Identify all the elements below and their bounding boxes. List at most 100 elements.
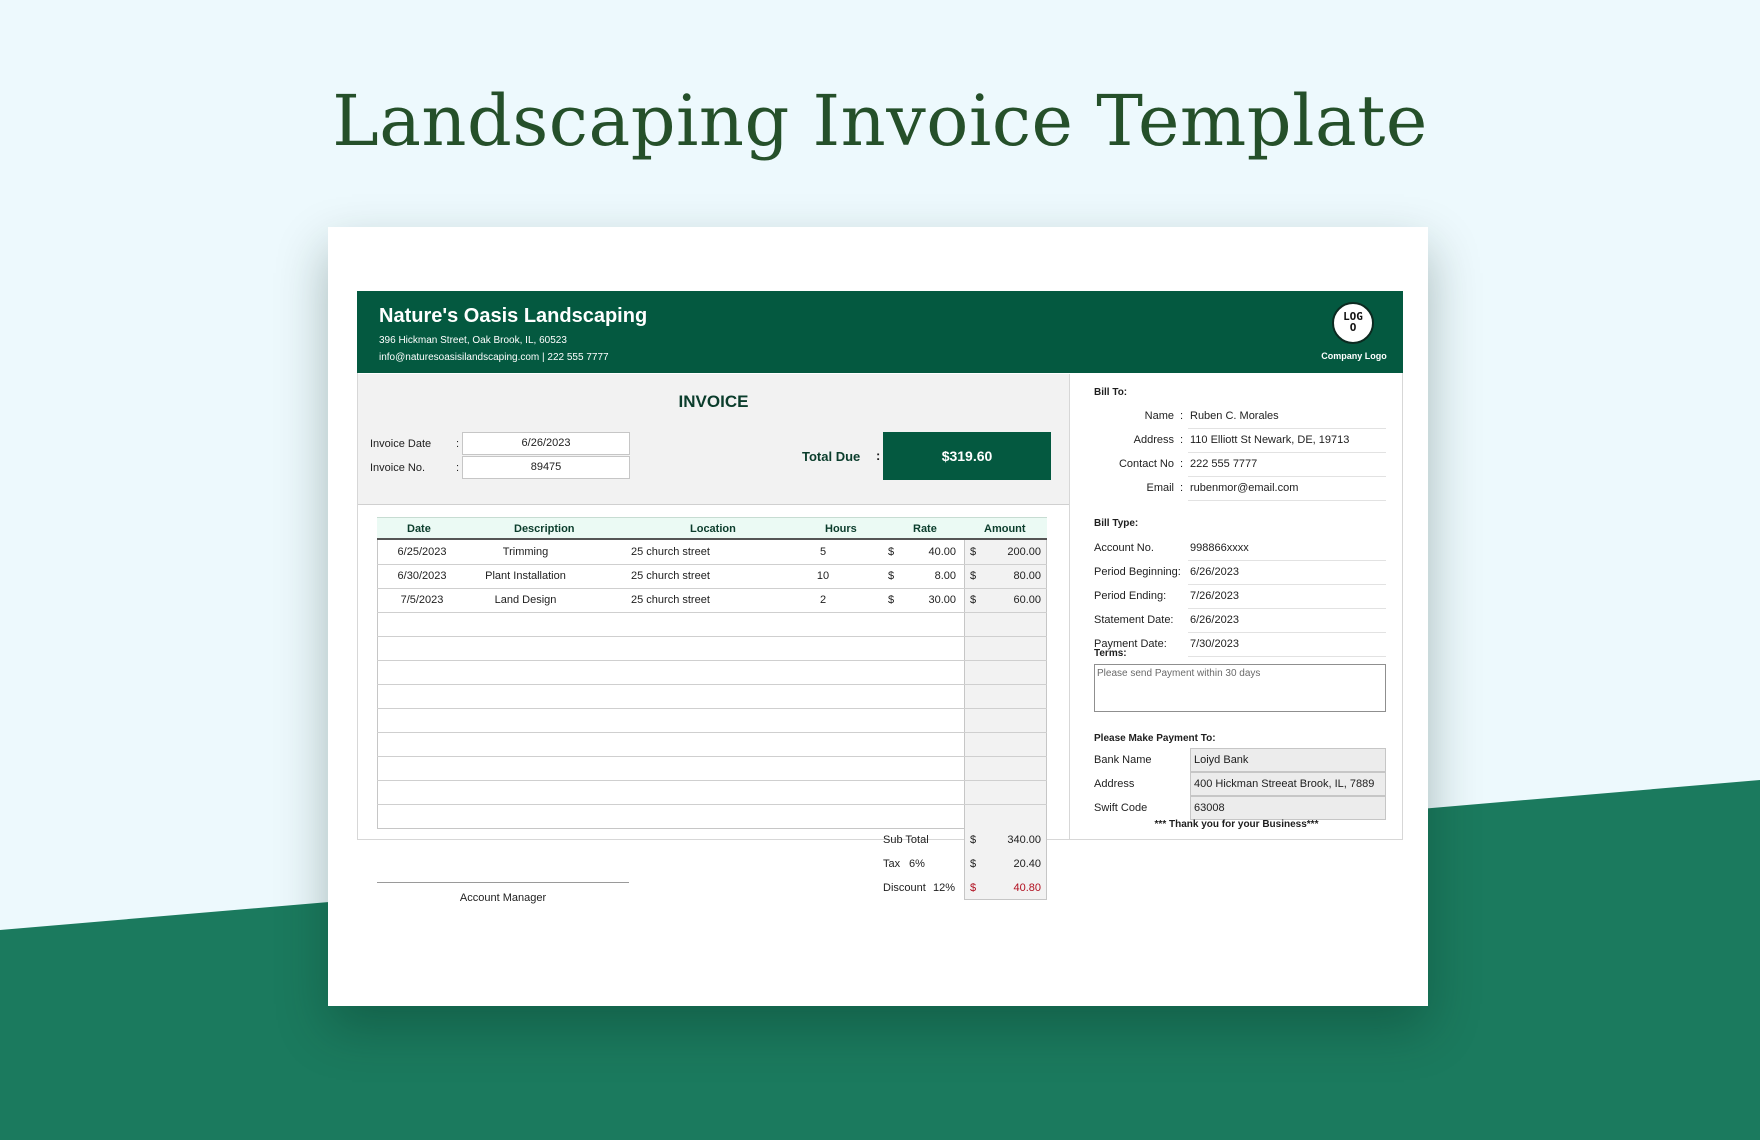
column-divider [1069,374,1070,840]
invoice-number-field[interactable]: 89475 [462,456,630,479]
bill-to-name-label: Name [1144,410,1174,422]
swift-code-label: Swift Code [1094,802,1148,814]
field-underline [1188,452,1386,453]
row2-date: 6/30/2023 [397,570,447,582]
row3-description: Land Design [494,594,557,606]
bank-name-label: Bank Name [1094,754,1152,766]
bill-to-contact-colon: : [1180,458,1184,470]
field-underline [1188,560,1386,561]
row3-amount-currency: $ [970,594,977,606]
row-divider [377,588,1047,589]
invoice-date-colon: : [456,438,460,450]
terms-heading: Terms: [1094,648,1127,659]
field-underline [1188,428,1386,429]
col-date-header: Date [407,523,431,535]
terms-field[interactable]: Please send Payment within 30 days [1094,664,1386,712]
bill-to-email-colon: : [1180,482,1184,494]
total-due-value: $319.60 [883,432,1051,480]
invoice-number-label: Invoice No. [370,462,426,474]
row2-rate-currency: $ [888,570,895,582]
row-divider [377,756,1047,757]
row-divider [377,708,1047,709]
company-contact: info@naturesoasisilandscaping.com | 222 … [379,352,609,363]
row-divider [377,636,1047,637]
period-beginning-label: Period Beginning: [1094,566,1181,578]
row2-rate: 8.00 [934,570,956,582]
field-underline [1188,632,1386,633]
table-header: Date Description Location Hours Rate Amo… [377,517,1047,540]
bill-to-email-value: rubenmor@email.com [1190,482,1299,494]
row3-date: 7/5/2023 [400,594,444,606]
bill-to-address-colon: : [1180,434,1184,446]
bill-to-email-label: Email [1146,482,1174,494]
tax-currency: $ [970,858,977,870]
statement-date-value: 6/26/2023 [1190,614,1239,626]
payment-heading: Please Make Payment To: [1094,733,1216,744]
bill-to-contact-value: 222 555 7777 [1190,458,1258,470]
row1-amount-currency: $ [970,546,977,558]
bill-to-address-value: 110 Elliott St Newark, DE, 19713 [1190,434,1350,446]
discount-rate: 12% [933,882,956,894]
invoice-form: Nature's Oasis Landscaping 396 Hickman S… [357,291,1403,904]
row-divider [377,612,1047,613]
row-divider [377,660,1047,661]
row2-amount-currency: $ [970,570,977,582]
account-no-value: 998866xxxx [1190,542,1249,554]
bill-to-address-label: Address [1133,434,1174,446]
swift-code-field[interactable]: 63008 [1190,796,1386,820]
field-underline [1188,608,1386,609]
subtotal-label: Sub Total [883,834,929,846]
tax-label: Tax [883,858,901,870]
row-divider [377,780,1047,781]
invoice-date-field[interactable]: 6/26/2023 [462,432,630,455]
row3-location: 25 church street [631,594,710,606]
signature-label: Account Manager [459,892,547,904]
invoice-date-label: Invoice Date [370,438,432,450]
page-title: Landscaping Invoice Template [332,80,1428,162]
field-underline [1188,500,1386,501]
field-underline [1188,584,1386,585]
company-logo: LOGO [1332,302,1374,344]
col-hours-header: Hours [825,523,857,535]
signature-line [377,882,629,883]
statement-date-label: Statement Date: [1094,614,1174,626]
row3-rate: 30.00 [928,594,956,606]
row-divider [377,564,1047,565]
period-ending-value: 7/26/2023 [1190,590,1239,602]
row2-location: 25 church street [631,570,710,582]
bank-name-field[interactable]: Loiyd Bank [1190,748,1386,772]
bill-type-heading: Bill Type: [1094,518,1139,529]
row-divider [377,684,1047,685]
bill-to-heading: Bill To: [1094,387,1128,398]
invoice-number-colon: : [456,462,460,474]
discount-label: Discount [883,882,926,894]
logo-text: LOGO [1343,310,1363,334]
discount-currency: $ [970,882,977,894]
subtotal-value: 340.00 [1007,834,1041,846]
tax-value: 20.40 [1013,858,1041,870]
row3-hours: 2 [819,594,827,606]
bank-address-field[interactable]: 400 Hickman Streeat Brook, IL, 7889 [1190,772,1386,796]
account-no-label: Account No. [1094,542,1154,554]
total-due-colon: : [876,448,881,463]
col-description-header: Description [514,523,575,535]
bill-to-contact-label: Contact No [1118,458,1174,470]
col-rate-header: Rate [913,523,937,535]
bank-address-label: Address [1094,778,1135,790]
row-divider [377,732,1047,733]
row2-hours: 10 [816,570,830,582]
bill-to-name-value: Ruben C. Morales [1190,410,1279,422]
row2-description: Plant Installation [485,570,566,582]
row-divider [377,804,1047,805]
tax-rate: 6% [909,858,925,870]
row1-rate-currency: $ [888,546,895,558]
row1-date: 6/25/2023 [397,546,447,558]
bill-to-name-colon: : [1180,410,1184,422]
row1-location: 25 church street [631,546,710,558]
logo-caption: Company Logo [1321,351,1387,361]
subtotal-currency: $ [970,834,977,846]
invoice-sheet: Nature's Oasis Landscaping 396 Hickman S… [328,227,1428,1006]
row3-amount: 60.00 [1013,594,1041,606]
payment-date-value: 7/30/2023 [1190,638,1239,650]
col-location-header: Location [690,523,736,535]
